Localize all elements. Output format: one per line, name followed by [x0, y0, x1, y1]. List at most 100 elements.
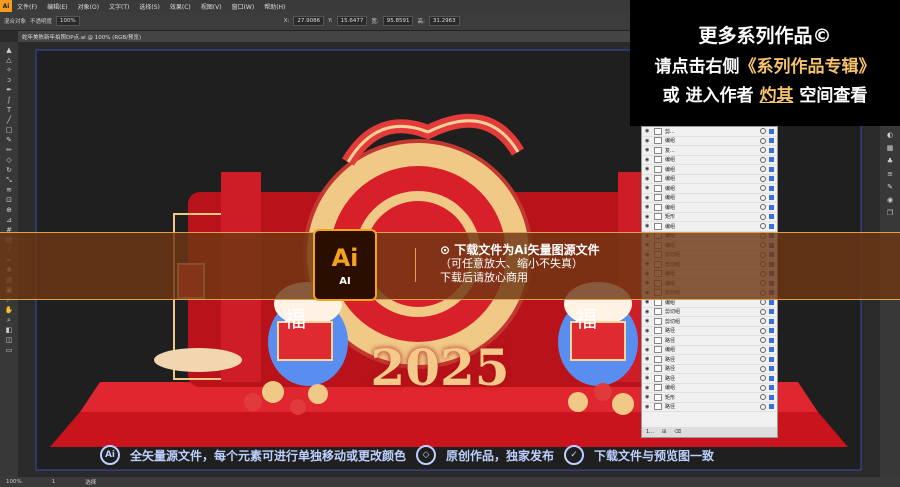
- layer-row[interactable]: ◉ 编组: [642, 156, 777, 165]
- selection-square-icon[interactable]: [769, 299, 774, 305]
- fill-stroke-icon[interactable]: ◧: [3, 326, 15, 334]
- selection-square-icon[interactable]: [769, 366, 774, 372]
- layer-row[interactable]: ◉ 路径: [642, 403, 777, 412]
- visibility-eye-icon[interactable]: ◉: [645, 157, 651, 163]
- lasso-icon[interactable]: ↄ: [3, 76, 15, 84]
- page-number[interactable]: 1: [52, 479, 56, 485]
- visibility-eye-icon[interactable]: ◉: [645, 176, 651, 182]
- target-circle-icon[interactable]: [760, 223, 766, 230]
- selection-square-icon[interactable]: [769, 157, 774, 163]
- visibility-eye-icon[interactable]: ◉: [645, 337, 651, 343]
- hand-icon[interactable]: ✋: [3, 306, 15, 314]
- swatches-icon[interactable]: ▦: [884, 144, 896, 152]
- target-circle-icon[interactable]: [760, 337, 766, 344]
- layers-panel-icon[interactable]: ❐: [884, 209, 896, 217]
- w-input[interactable]: 95.8591: [382, 16, 414, 26]
- layer-row[interactable]: ◉ 编组: [642, 194, 777, 203]
- stroke-panel-icon[interactable]: ≡: [884, 170, 896, 178]
- target-circle-icon[interactable]: [760, 365, 766, 372]
- shape-builder-icon[interactable]: ⊕: [3, 206, 15, 214]
- visibility-eye-icon[interactable]: ◉: [645, 347, 651, 353]
- promo-series-link[interactable]: 《系列作品专辑》: [740, 57, 876, 77]
- visibility-eye-icon[interactable]: ◉: [645, 356, 651, 362]
- target-circle-icon[interactable]: [760, 137, 766, 144]
- visibility-eye-icon[interactable]: ◉: [645, 223, 651, 229]
- target-circle-icon[interactable]: [760, 128, 766, 135]
- target-circle-icon[interactable]: [760, 327, 766, 334]
- layer-row[interactable]: ◉ 路径: [642, 374, 777, 384]
- pencil-icon[interactable]: ✏: [3, 146, 15, 154]
- paintbrush-icon[interactable]: ✎: [3, 136, 15, 144]
- selection-square-icon[interactable]: [769, 337, 774, 343]
- eraser-icon[interactable]: ◇: [3, 156, 15, 164]
- target-circle-icon[interactable]: [760, 346, 766, 353]
- visibility-eye-icon[interactable]: ◉: [645, 328, 651, 334]
- selection-square-icon[interactable]: [769, 176, 774, 182]
- visibility-eye-icon[interactable]: ◉: [645, 128, 651, 134]
- target-circle-icon[interactable]: [760, 299, 766, 306]
- target-circle-icon[interactable]: [760, 185, 766, 192]
- target-circle-icon[interactable]: [760, 175, 766, 182]
- menu-help[interactable]: 帮助(H): [259, 2, 290, 11]
- target-circle-icon[interactable]: [760, 194, 766, 201]
- selection-square-icon[interactable]: [769, 204, 774, 210]
- target-circle-icon[interactable]: [760, 147, 766, 154]
- layer-row[interactable]: ◉ 编组: [642, 222, 777, 232]
- visibility-eye-icon[interactable]: ◉: [645, 394, 651, 400]
- pen-tool-icon[interactable]: ✒: [3, 86, 15, 94]
- menu-file[interactable]: 文件(F): [12, 2, 42, 11]
- visibility-eye-icon[interactable]: ◉: [645, 204, 651, 210]
- target-circle-icon[interactable]: [760, 318, 766, 325]
- layer-row[interactable]: ◉ 编组: [642, 165, 777, 175]
- new-layer-icon[interactable]: ⊞: [662, 429, 666, 435]
- rectangle-tool-icon[interactable]: □: [3, 126, 15, 134]
- target-circle-icon[interactable]: [760, 308, 766, 315]
- free-transform-icon[interactable]: ⊡: [3, 196, 15, 204]
- layer-row[interactable]: ◉ 矩形: [642, 393, 777, 403]
- target-circle-icon[interactable]: [760, 166, 766, 173]
- layer-row[interactable]: ◉ 路径: [642, 336, 777, 346]
- curvature-tool-icon[interactable]: ∫: [3, 96, 15, 104]
- selection-square-icon[interactable]: [769, 214, 774, 220]
- menu-window[interactable]: 窗口(W): [227, 2, 260, 11]
- perspective-icon[interactable]: ⊿: [3, 216, 15, 224]
- visibility-eye-icon[interactable]: ◉: [645, 318, 651, 324]
- screen-mode-icon[interactable]: ▭: [3, 346, 15, 354]
- layer-row[interactable]: ◉ 编组: [642, 137, 777, 146]
- visibility-eye-icon[interactable]: ◉: [645, 309, 651, 315]
- x-input[interactable]: 27.9086: [293, 16, 325, 26]
- visibility-eye-icon[interactable]: ◉: [645, 299, 651, 305]
- selection-square-icon[interactable]: [769, 138, 774, 144]
- menu-edit[interactable]: 编辑(E): [42, 2, 72, 11]
- rotate-tool-icon[interactable]: ↻: [3, 166, 15, 174]
- magic-wand-icon[interactable]: ✧: [3, 66, 15, 74]
- visibility-eye-icon[interactable]: ◉: [645, 166, 651, 172]
- layer-row[interactable]: ◉ 复...: [642, 146, 777, 156]
- menu-select[interactable]: 选择(S): [134, 2, 165, 11]
- visibility-eye-icon[interactable]: ◉: [645, 147, 651, 153]
- menu-object[interactable]: 对象(O): [73, 2, 104, 11]
- layer-row[interactable]: ◉ 编组: [642, 203, 777, 213]
- selection-tool-icon[interactable]: ▲: [3, 46, 15, 54]
- warp-tool-icon[interactable]: ≋: [3, 186, 15, 194]
- layer-row[interactable]: ◉ 编组: [642, 175, 777, 184]
- layer-row[interactable]: ◉ 剪切组: [642, 308, 777, 317]
- visibility-eye-icon[interactable]: ◉: [645, 214, 651, 220]
- visibility-eye-icon[interactable]: ◉: [645, 185, 651, 191]
- selection-square-icon[interactable]: [769, 385, 774, 391]
- selection-square-icon[interactable]: [769, 128, 774, 134]
- line-tool-icon[interactable]: ╱: [3, 116, 15, 124]
- symbols-icon[interactable]: ♣: [884, 157, 896, 165]
- visibility-eye-icon[interactable]: ◉: [645, 366, 651, 372]
- visibility-eye-icon[interactable]: ◉: [645, 404, 651, 410]
- menu-view[interactable]: 视图(V): [196, 2, 227, 11]
- target-circle-icon[interactable]: [760, 375, 766, 382]
- target-circle-icon[interactable]: [760, 356, 766, 363]
- layer-row[interactable]: ◉ 编组: [642, 184, 777, 194]
- layer-row[interactable]: ◉ 剪...: [642, 127, 777, 137]
- selection-square-icon[interactable]: [769, 394, 774, 400]
- layer-row[interactable]: ◉ 矩形: [642, 213, 777, 222]
- target-circle-icon[interactable]: [760, 204, 766, 211]
- selection-square-icon[interactable]: [769, 347, 774, 353]
- menu-type[interactable]: 文字(T): [104, 2, 134, 11]
